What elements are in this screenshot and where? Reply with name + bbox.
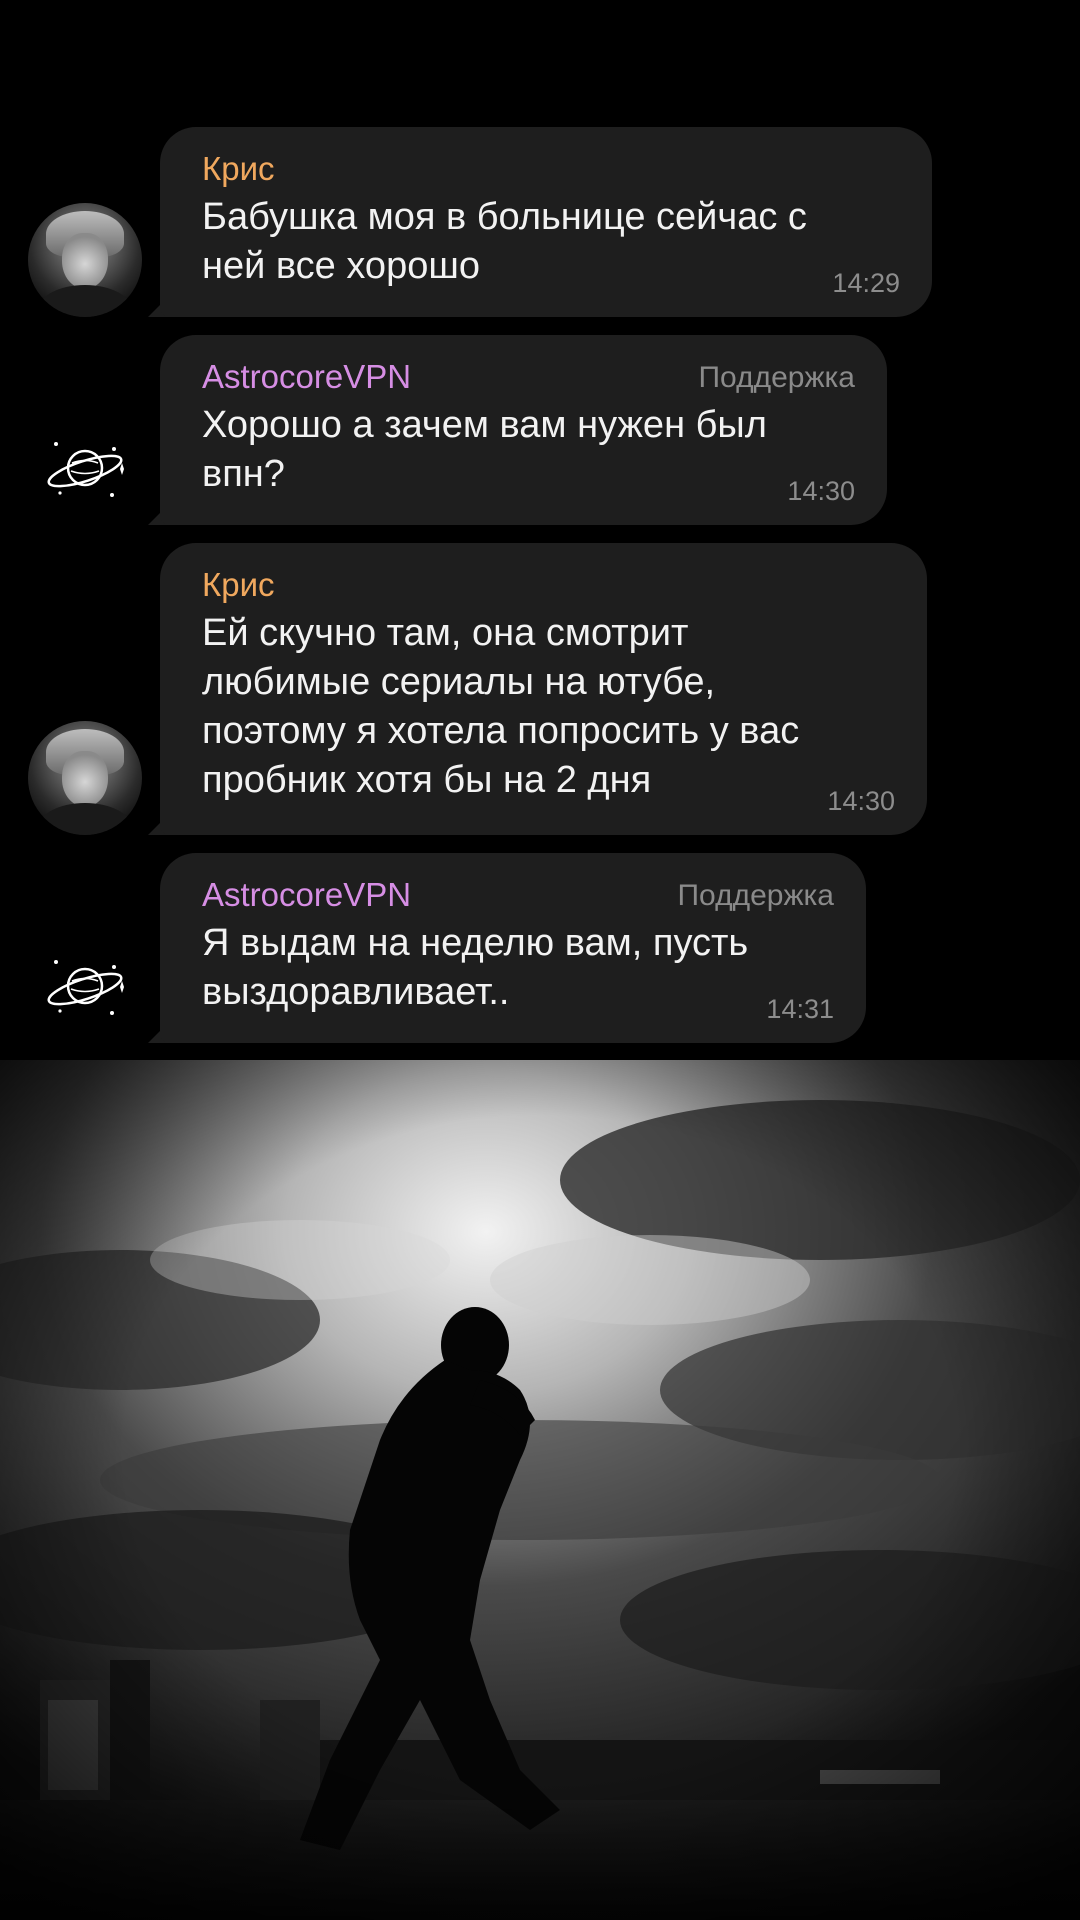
saturn-planet-icon [47, 960, 124, 1015]
background-photo [0, 1060, 1080, 1920]
message-time: 14:30 [827, 786, 895, 816]
message-text: Ей скучно там, она смотрит любимые сериа… [202, 612, 800, 801]
sender-name[interactable]: Крис [202, 149, 898, 189]
message-bubble[interactable]: Крис Ей скучно там, она смотрит любимые … [160, 543, 927, 835]
message-text: Я выдам на неделю вам, пусть выздоравлив… [202, 922, 749, 1013]
message-bubble[interactable]: AstrocoreVPN Поддержка Я выдам на неделю… [160, 853, 866, 1043]
message-time: 14:30 [787, 476, 855, 506]
message-row: AstrocoreVPN Поддержка Я выдам на неделю… [0, 853, 1080, 1043]
message-row: AstrocoreVPN Поддержка Хорошо а зачем ва… [0, 335, 1080, 525]
sender-name[interactable]: Крис [202, 565, 893, 605]
support-avatar[interactable] [28, 411, 142, 525]
message-text: Хорошо а зачем вам нужен был впн? [202, 404, 767, 495]
role-badge: Поддержка [677, 879, 834, 912]
message-text: Бабушка моя в больнице сейчас с ней все … [202, 196, 807, 287]
message-row: Крис Бабушка моя в больнице сейчас с ней… [0, 127, 1080, 317]
message-bubble[interactable]: Крис Бабушка моя в больнице сейчас с ней… [160, 127, 932, 317]
message-row: Крис Ей скучно там, она смотрит любимые … [0, 543, 1080, 835]
role-badge: Поддержка [698, 361, 855, 394]
support-avatar[interactable] [28, 929, 142, 1043]
user-avatar[interactable] [28, 203, 142, 317]
chat-screenshot: Крис Бабушка моя в больнице сейчас с ней… [0, 0, 1080, 1060]
user-avatar[interactable] [28, 721, 142, 835]
message-time: 14:29 [832, 268, 900, 298]
message-bubble[interactable]: AstrocoreVPN Поддержка Хорошо а зачем ва… [160, 335, 887, 525]
saturn-planet-icon [47, 442, 124, 497]
message-time: 14:31 [766, 994, 834, 1024]
